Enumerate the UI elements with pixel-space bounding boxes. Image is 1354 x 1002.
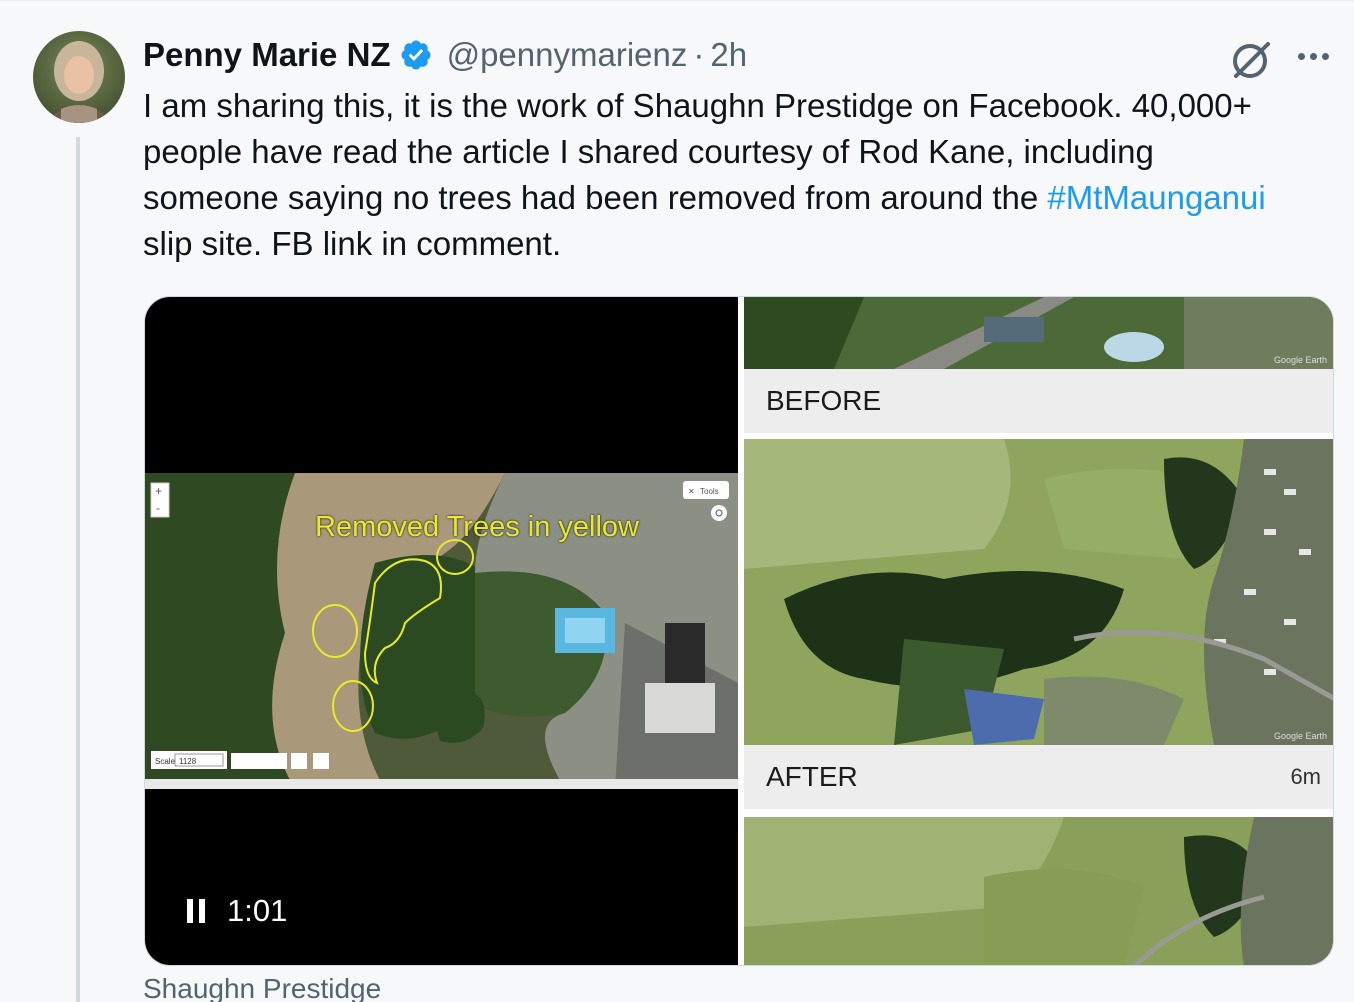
third-image[interactable] [744, 817, 1334, 966]
pause-icon[interactable] [185, 897, 209, 925]
video-player[interactable]: + - ✕ Tools Scale 1128 Removed Trees in … [145, 297, 738, 965]
scale-value[interactable]: 1128 [179, 757, 197, 766]
tweet-text-part2: slip site. FB link in comment. [143, 225, 562, 262]
before-label: BEFORE [766, 385, 882, 416]
grok-icon[interactable] [1228, 36, 1274, 82]
tools-label[interactable]: Tools [700, 487, 719, 496]
google-earth-watermark: Google Earth [1274, 355, 1327, 365]
after-image[interactable]: Google Earth [744, 439, 1334, 745]
before-image[interactable]: Google Earth [744, 297, 1334, 369]
tweet[interactable]: Penny Marie NZ @pennymarienz · 2h I am s… [0, 0, 1354, 1002]
after-label: AFTER [766, 761, 858, 792]
after-time: 6m [1290, 764, 1321, 789]
after-caption[interactable]: AFTER 6m [744, 745, 1333, 809]
tweet-time[interactable]: 2h [710, 36, 747, 74]
card-source[interactable]: Shaughn Prestidge [143, 973, 381, 1002]
author-handle[interactable]: @pennymarienz [447, 36, 688, 74]
google-earth-watermark: Google Earth [1274, 731, 1327, 741]
tools-icon[interactable]: ✕ [688, 487, 695, 496]
avatar[interactable] [33, 31, 125, 123]
tweet-text: I am sharing this, it is the work of Sha… [143, 83, 1293, 267]
separator-dot: · [693, 36, 705, 73]
thread-line [76, 137, 80, 1002]
video-duration: 1:01 [227, 893, 288, 928]
hashtag-link[interactable]: #MtMaunganui [1047, 179, 1265, 216]
tweet-header: Penny Marie NZ @pennymarienz · 2h [143, 33, 747, 77]
scale-label: Scale [155, 757, 176, 766]
video-overlay-text: Removed Trees in yellow [315, 511, 639, 543]
zoom-in-icon[interactable]: + [155, 484, 162, 498]
before-caption[interactable]: BEFORE [744, 369, 1333, 433]
image-collage[interactable]: Google Earth BEFORE Google Earth AFTER 6… [744, 297, 1334, 966]
author-name[interactable]: Penny Marie NZ [143, 36, 391, 74]
verified-badge-icon [401, 40, 431, 70]
zoom-out-icon[interactable]: - [156, 501, 160, 515]
media-grid: + - ✕ Tools Scale 1128 Removed Trees in … [144, 296, 1334, 966]
more-options-icon[interactable] [1292, 45, 1334, 67]
